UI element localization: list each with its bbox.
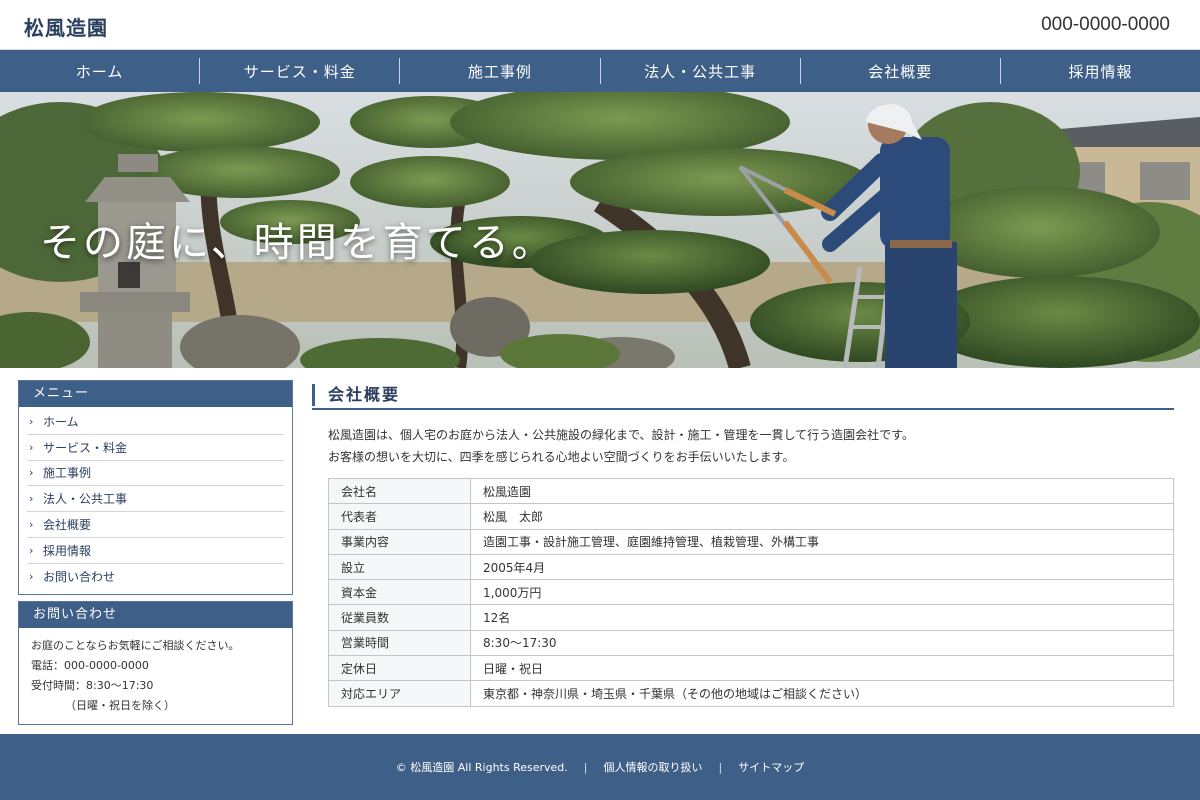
sidebar-item-recruit[interactable]: › 採用情報 bbox=[27, 538, 284, 564]
site-logo[interactable]: 松風造園 bbox=[24, 12, 108, 41]
sidebar-item-label: 施工事例 bbox=[43, 466, 92, 481]
table-row: 従業員数 12名 bbox=[328, 604, 1174, 631]
footer-copyright: © 松風造園 All Rights Reserved. bbox=[395, 761, 568, 774]
contact-phone[interactable]: 電話：000-0000-0000 bbox=[31, 656, 280, 676]
footer-divider: | bbox=[583, 760, 588, 774]
contact-message: お庭のことならお気軽にご相談ください。 bbox=[31, 638, 240, 652]
profile-label: 対応エリア bbox=[328, 680, 471, 707]
footer-divider: | bbox=[718, 760, 723, 774]
intro-line-2: お客様の想いを大切に、四季を感じられる心地よい空間づくりをお手伝いいたします。 bbox=[328, 450, 795, 464]
contact-box-title: お問い合わせ bbox=[19, 601, 292, 628]
table-row: 設立 2005年4月 bbox=[328, 553, 1174, 581]
contact-hours: 受付時間：8:30〜17:30 bbox=[31, 678, 154, 692]
site-header: 松風造園 000-0000-0000 bbox=[0, 0, 1200, 50]
nav-item-corporate[interactable]: 法人・公共工事 bbox=[599, 58, 800, 84]
profile-value: 8:30〜17:30 bbox=[470, 629, 1174, 657]
table-row: 事業内容 造園工事・設計施工管理、庭園維持管理、植栽管理、外構工事 bbox=[328, 528, 1174, 555]
profile-value: 松風 太郎 bbox=[470, 503, 1174, 530]
sidebar-item-label: サービス・料金 bbox=[43, 440, 128, 455]
chevron-right-icon: › bbox=[29, 414, 34, 428]
table-row: 定休日 日曜・祝日 bbox=[328, 655, 1174, 682]
sidebar-item-corporate[interactable]: › 法人・公共工事 bbox=[27, 486, 284, 513]
table-row: 資本金 1,000万円 bbox=[328, 579, 1174, 606]
profile-label: 従業員数 bbox=[328, 604, 471, 631]
profile-value: 2005年4月 bbox=[470, 553, 1174, 581]
profile-label: 事業内容 bbox=[328, 528, 471, 555]
profile-value: 12名 bbox=[470, 604, 1174, 631]
profile-value: 1,000万円 bbox=[470, 579, 1174, 606]
profile-label: 資本金 bbox=[328, 579, 471, 606]
profile-value: 造園工事・設計施工管理、庭園維持管理、植栽管理、外構工事 bbox=[470, 528, 1174, 555]
contact-closed-days: （日曜・祝日を除く） bbox=[65, 698, 175, 712]
sidebar-item-label: お問い合わせ bbox=[43, 570, 116, 585]
footer-privacy-link[interactable]: 個人情報の取り扱い bbox=[604, 759, 703, 775]
contact-box-body: お庭のことならお気軽にご相談ください。 電話：000-0000-0000 受付時… bbox=[19, 628, 292, 724]
profile-value: 松風造園 bbox=[470, 477, 1174, 505]
profile-label: 定休日 bbox=[328, 655, 471, 682]
company-profile-table: 会社名 松風造園 代表者 松風 太郎 事業内容 造園工事・設計施工管理、庭園維持管理、… bbox=[328, 477, 1174, 707]
page-title: 会社概要 bbox=[312, 380, 1174, 410]
profile-label: 代表者 bbox=[328, 503, 471, 530]
sidebar-item-services[interactable]: › サービス・料金 bbox=[27, 435, 284, 461]
table-row: 代表者 松風 太郎 bbox=[328, 503, 1174, 530]
profile-label: 営業時間 bbox=[328, 629, 471, 657]
sidebar-item-label: ホーム bbox=[43, 414, 79, 429]
sidebar-item-company[interactable]: › 会社概要 bbox=[27, 512, 284, 538]
sidebar-item-label: 会社概要 bbox=[43, 518, 92, 533]
sidebar: メニュー › ホーム › サービス・料金 › 施工事例 › 法人・公共工事 › 会社概要 … bbox=[18, 380, 293, 725]
chevron-right-icon: › bbox=[29, 570, 34, 584]
profile-value: 東京都・神奈川県・埼玉県・千葉県（その他の地域はご相談ください） bbox=[470, 680, 1174, 707]
sidebar-item-label: 採用情報 bbox=[43, 543, 92, 558]
hero-banner: その庭に、時間を育てる。 bbox=[0, 92, 1200, 368]
nav-item-home[interactable]: ホーム bbox=[0, 58, 199, 84]
nav-item-recruit[interactable]: 採用情報 bbox=[999, 58, 1200, 84]
table-row: 会社名 松風造園 bbox=[328, 477, 1174, 505]
footer-sitemap-link[interactable]: サイトマップ bbox=[738, 759, 804, 775]
sidebar-item-works[interactable]: › 施工事例 bbox=[27, 461, 284, 487]
table-row: 対応エリア 東京都・神奈川県・埼玉県・千葉県（その他の地域はご相談ください） bbox=[328, 680, 1174, 707]
chevron-right-icon: › bbox=[29, 492, 34, 506]
profile-label: 設立 bbox=[328, 553, 471, 581]
hero-catchcopy: その庭に、時間を育てる。 bbox=[40, 220, 555, 266]
chevron-right-icon: › bbox=[29, 440, 34, 454]
sidebar-menu-list: › ホーム › サービス・料金 › 施工事例 › 法人・公共工事 › 会社概要 › 採用情報… bbox=[19, 407, 292, 594]
nav-item-services[interactable]: サービス・料金 bbox=[199, 58, 399, 84]
sidebar-menu: メニュー › ホーム › サービス・料金 › 施工事例 › 法人・公共工事 › 会社概要 … bbox=[18, 380, 293, 595]
sidebar-contact-box: お問い合わせ お庭のことならお気軽にご相談ください。 電話：000-0000-0… bbox=[18, 600, 293, 725]
sidebar-item-label: 法人・公共工事 bbox=[43, 492, 128, 507]
header-phone-number: 000-0000-0000 bbox=[1041, 14, 1170, 35]
global-nav: ホーム サービス・料金 施工事例 法人・公共工事 会社概要 採用情報 bbox=[0, 50, 1200, 92]
nav-item-company[interactable]: 会社概要 bbox=[799, 58, 1000, 84]
nav-item-works[interactable]: 施工事例 bbox=[399, 58, 599, 84]
sidebar-menu-title: メニュー bbox=[19, 381, 292, 407]
chevron-right-icon: › bbox=[29, 518, 34, 532]
chevron-right-icon: › bbox=[29, 543, 34, 557]
main-content: 会社概要 松風造園は、個人宅のお庭から法人・公共施設の緑化まで、設計・施工・管理… bbox=[312, 380, 1174, 707]
profile-label: 会社名 bbox=[328, 477, 471, 505]
profile-value: 日曜・祝日 bbox=[470, 655, 1174, 682]
site-footer: © 松風造園 All Rights Reserved. | 個人情報の取り扱い … bbox=[0, 734, 1200, 800]
chevron-right-icon: › bbox=[29, 466, 34, 480]
company-intro: 松風造園は、個人宅のお庭から法人・公共施設の緑化まで、設計・施工・管理を一貫して… bbox=[328, 424, 1174, 468]
sidebar-item-contact[interactable]: › お問い合わせ bbox=[27, 564, 284, 590]
table-row: 営業時間 8:30〜17:30 bbox=[328, 629, 1174, 657]
intro-line-1: 松風造園は、個人宅のお庭から法人・公共施設の緑化まで、設計・施工・管理を一貫して… bbox=[328, 428, 914, 442]
sidebar-item-home[interactable]: › ホーム bbox=[27, 409, 284, 435]
